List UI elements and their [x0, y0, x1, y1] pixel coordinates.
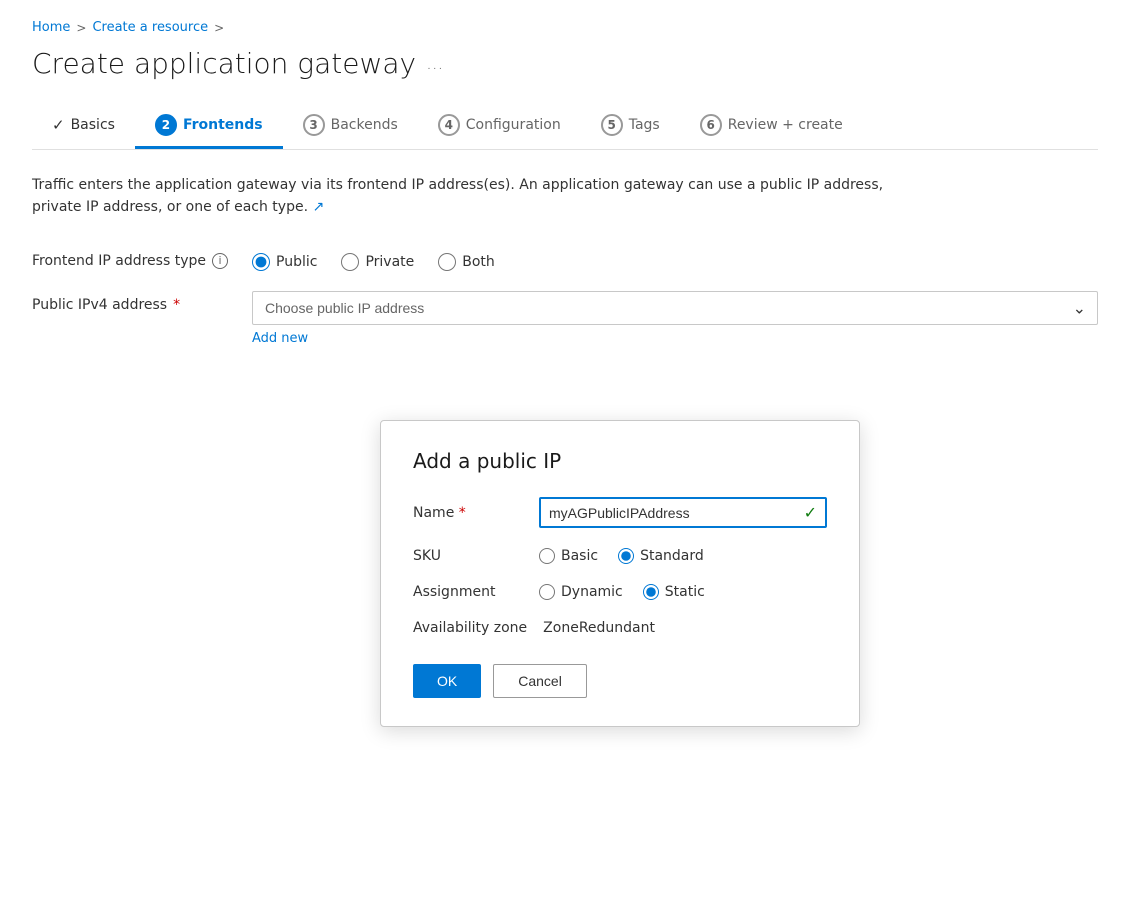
modal-ok-button[interactable]: OK — [413, 664, 481, 698]
tab-tags-label: Tags — [629, 117, 660, 133]
backends-tab-num: 3 — [303, 114, 325, 136]
frontend-ip-type-row: Frontend IP address type i Public Privat… — [32, 247, 1098, 271]
tab-configuration-label: Configuration — [466, 117, 561, 133]
frontend-ip-info-icon[interactable]: i — [212, 253, 228, 269]
assignment-static-radio[interactable] — [643, 584, 659, 600]
tab-frontends-label: Frontends — [183, 117, 263, 133]
frontend-ip-label: Frontend IP address type i — [32, 247, 232, 269]
frontend-ip-public-option[interactable]: Public — [252, 253, 317, 271]
frontend-ip-control: Public Private Both — [252, 247, 1098, 271]
modal-name-input-wrapper[interactable]: ✓ — [539, 497, 827, 528]
modal-box: Add a public IP Name * ✓ SKU — [380, 420, 860, 727]
frontend-ip-both-radio[interactable] — [438, 253, 456, 271]
modal-assignment-label: Assignment — [413, 584, 523, 600]
modal-sku-label-text: SKU — [413, 548, 441, 564]
page-title-row: Create application gateway ... — [32, 47, 1098, 80]
public-ipv4-label: Public IPv4 address * — [32, 291, 232, 313]
frontend-ip-private-radio[interactable] — [341, 253, 359, 271]
modal-name-row: Name * ✓ — [413, 497, 827, 528]
assignment-dynamic-radio[interactable] — [539, 584, 555, 600]
modal-actions: OK Cancel — [413, 664, 827, 698]
tab-backends-label: Backends — [331, 117, 398, 133]
modal-availability-zone-label: Availability zone — [413, 620, 527, 636]
modal-sku-radio-group: Basic Standard — [539, 548, 827, 564]
modal-assignment-field: Dynamic Static — [539, 584, 827, 600]
public-ipv4-required-star: * — [173, 297, 180, 313]
assignment-dynamic-label[interactable]: Dynamic — [561, 584, 623, 600]
section-description: Traffic enters the application gateway v… — [32, 174, 932, 219]
public-ipv4-control: Choose public IP address ⌄ Add new — [252, 291, 1098, 346]
breadcrumb-home[interactable]: Home — [32, 20, 70, 35]
public-ipv4-row: Public IPv4 address * Choose public IP a… — [32, 291, 1098, 346]
modal-name-label-text: Name — [413, 505, 454, 521]
frontend-ip-both-option[interactable]: Both — [438, 253, 495, 271]
modal-assignment-label-text: Assignment — [413, 584, 495, 600]
modal-availability-zone-value: ZoneRedundant — [543, 620, 655, 636]
modal-name-label: Name * — [413, 505, 523, 521]
configuration-tab-num: 4 — [438, 114, 460, 136]
wizard-tabs: ✓ Basics 2 Frontends 3 Backends 4 Config… — [32, 104, 1098, 150]
frontend-ip-label-text: Frontend IP address type — [32, 253, 206, 269]
add-new-link[interactable]: Add new — [252, 331, 308, 346]
modal-availability-zone-label-text: Availability zone — [413, 620, 527, 636]
frontend-ip-private-label[interactable]: Private — [365, 254, 414, 270]
page-container: Home > Create a resource > Create applic… — [0, 0, 1130, 913]
assignment-static-label[interactable]: Static — [665, 584, 705, 600]
sku-standard-radio[interactable] — [618, 548, 634, 564]
learn-more-link[interactable]: ↗ — [312, 199, 324, 215]
assignment-dynamic-option[interactable]: Dynamic — [539, 584, 623, 600]
tab-basics-label: Basics — [71, 117, 115, 133]
modal-sku-field: Basic Standard — [539, 548, 827, 564]
frontend-ip-private-option[interactable]: Private — [341, 253, 414, 271]
modal-availability-zone-field: ZoneRedundant — [543, 620, 827, 636]
tab-configuration[interactable]: 4 Configuration — [418, 104, 581, 149]
public-ipv4-label-text: Public IPv4 address — [32, 297, 167, 313]
sku-basic-option[interactable]: Basic — [539, 548, 598, 564]
page-title: Create application gateway — [32, 47, 416, 80]
frontend-ip-radio-group: Public Private Both — [252, 247, 1098, 271]
basics-check-icon: ✓ — [52, 116, 65, 134]
modal-title: Add a public IP — [413, 449, 827, 473]
breadcrumb-separator-1: > — [76, 21, 86, 35]
review-tab-num: 6 — [700, 114, 722, 136]
sku-basic-label[interactable]: Basic — [561, 548, 598, 564]
breadcrumb-create-resource[interactable]: Create a resource — [92, 20, 208, 35]
public-ip-select[interactable]: Choose public IP address — [252, 291, 1098, 325]
ellipsis-menu-icon[interactable]: ... — [426, 53, 443, 74]
tab-review-create-label: Review + create — [728, 117, 843, 133]
add-public-ip-modal: Add a public IP Name * ✓ SKU — [380, 420, 860, 727]
public-ip-select-wrapper: Choose public IP address ⌄ — [252, 291, 1098, 325]
sku-basic-radio[interactable] — [539, 548, 555, 564]
modal-name-required-star: * — [459, 505, 466, 521]
frontend-ip-both-label[interactable]: Both — [462, 254, 495, 270]
tab-basics[interactable]: ✓ Basics — [32, 106, 135, 147]
description-text: Traffic enters the application gateway v… — [32, 177, 883, 215]
frontend-ip-public-radio[interactable] — [252, 253, 270, 271]
frontend-ip-public-label[interactable]: Public — [276, 254, 317, 270]
modal-assignment-row: Assignment Dynamic Static — [413, 584, 827, 600]
modal-sku-row: SKU Basic Standard — [413, 548, 827, 564]
tags-tab-num: 5 — [601, 114, 623, 136]
breadcrumb: Home > Create a resource > — [32, 20, 1098, 35]
tab-frontends[interactable]: 2 Frontends — [135, 104, 283, 149]
sku-standard-label[interactable]: Standard — [640, 548, 704, 564]
tab-backends[interactable]: 3 Backends — [283, 104, 418, 149]
modal-name-valid-icon: ✓ — [804, 503, 817, 522]
frontends-tab-num: 2 — [155, 114, 177, 136]
modal-sku-label: SKU — [413, 548, 523, 564]
modal-assignment-radio-group: Dynamic Static — [539, 584, 827, 600]
assignment-static-option[interactable]: Static — [643, 584, 705, 600]
tab-review-create[interactable]: 6 Review + create — [680, 104, 863, 149]
modal-cancel-button[interactable]: Cancel — [493, 664, 587, 698]
breadcrumb-separator-2: > — [214, 21, 224, 35]
modal-availability-zone-row: Availability zone ZoneRedundant — [413, 620, 827, 636]
modal-name-input[interactable] — [549, 505, 796, 521]
tab-tags[interactable]: 5 Tags — [581, 104, 680, 149]
sku-standard-option[interactable]: Standard — [618, 548, 704, 564]
modal-name-field: ✓ — [539, 497, 827, 528]
